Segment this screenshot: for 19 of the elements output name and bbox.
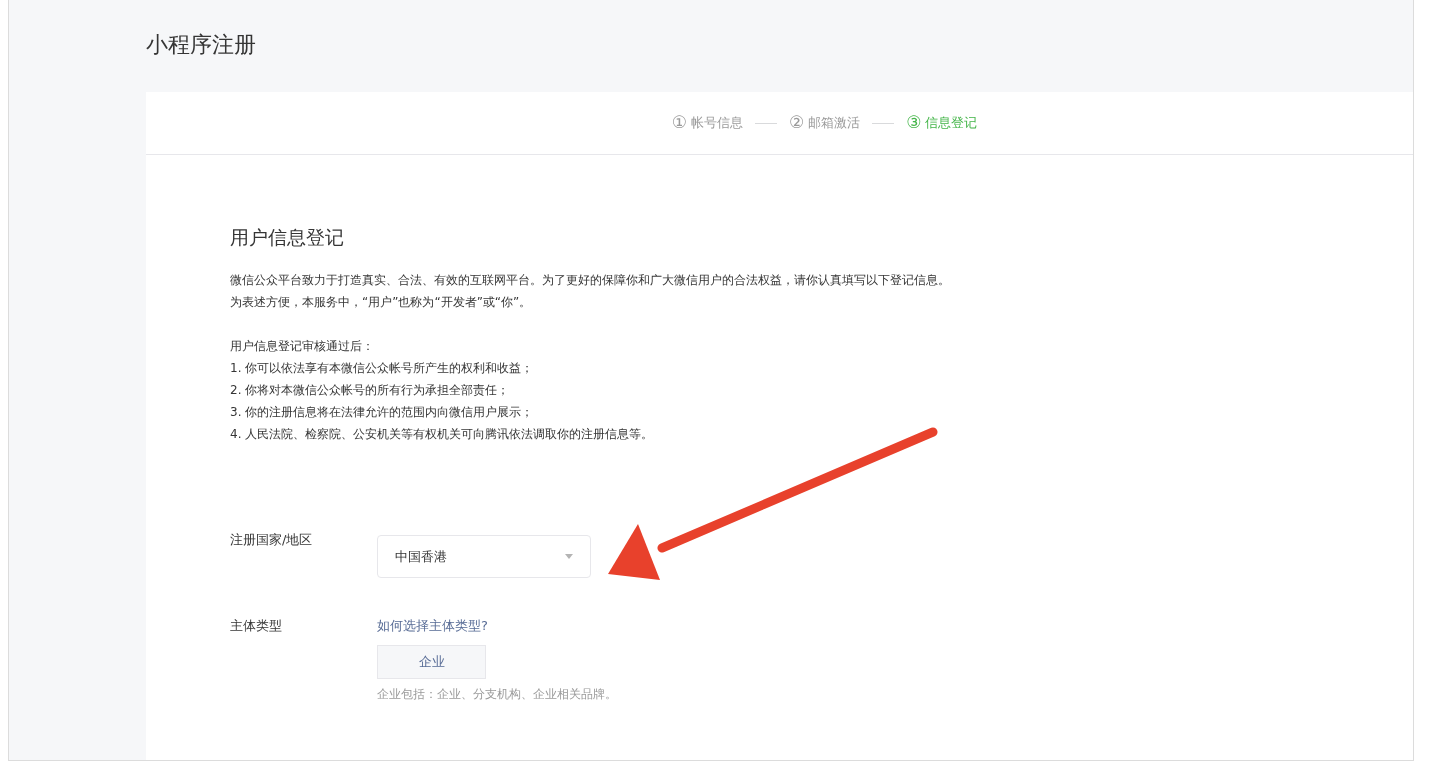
entity-type-option[interactable]: 企业 — [377, 645, 486, 679]
step-label: ③ 信息登记 — [906, 111, 978, 135]
page-title: 小程序注册 — [146, 31, 256, 59]
field-label: 注册国家/地区 — [230, 531, 314, 549]
terms-text: 3. 你的注册信息将在法律允许的范围内向微信用户展示； — [230, 404, 534, 421]
step-label: ② 邮箱激活 — [788, 111, 861, 135]
intro-text: 为表述方便，本服务中，“用户”也称为“开发者”或“你”。 — [230, 294, 532, 311]
help-link[interactable]: 如何选择主体类型? — [377, 615, 488, 637]
step-label: ① 帐号信息 — [671, 111, 743, 135]
terms-text: 1. 你可以依法享有本微信公众帐号所产生的权利和收益； — [230, 360, 534, 377]
entity-note: 企业包括：企业、分支机构、企业相关品牌。 — [377, 686, 617, 703]
intro-text: 微信公众平台致力于打造真实、合法、有效的互联网平台。为了更好的保障你和广大微信用户的合法权益，请你认真填写以下登记信息。 — [230, 272, 950, 289]
country-dropdown[interactable]: 中国香港 — [377, 535, 591, 578]
caret-icon — [565, 554, 573, 559]
terms-text: 4. 人民法院、检察院、公安机关等有权机关可向腾讯依法调取你的注册信息等。 — [230, 426, 654, 443]
terms-text: 2. 你将对本微信公众帐号的所有行为承担全部责任； — [230, 382, 510, 399]
terms-text: 用户信息登记审核通过后： — [230, 338, 374, 355]
section-title: 用户信息登记 — [230, 225, 345, 250]
field-label: 主体类型 — [230, 617, 283, 635]
